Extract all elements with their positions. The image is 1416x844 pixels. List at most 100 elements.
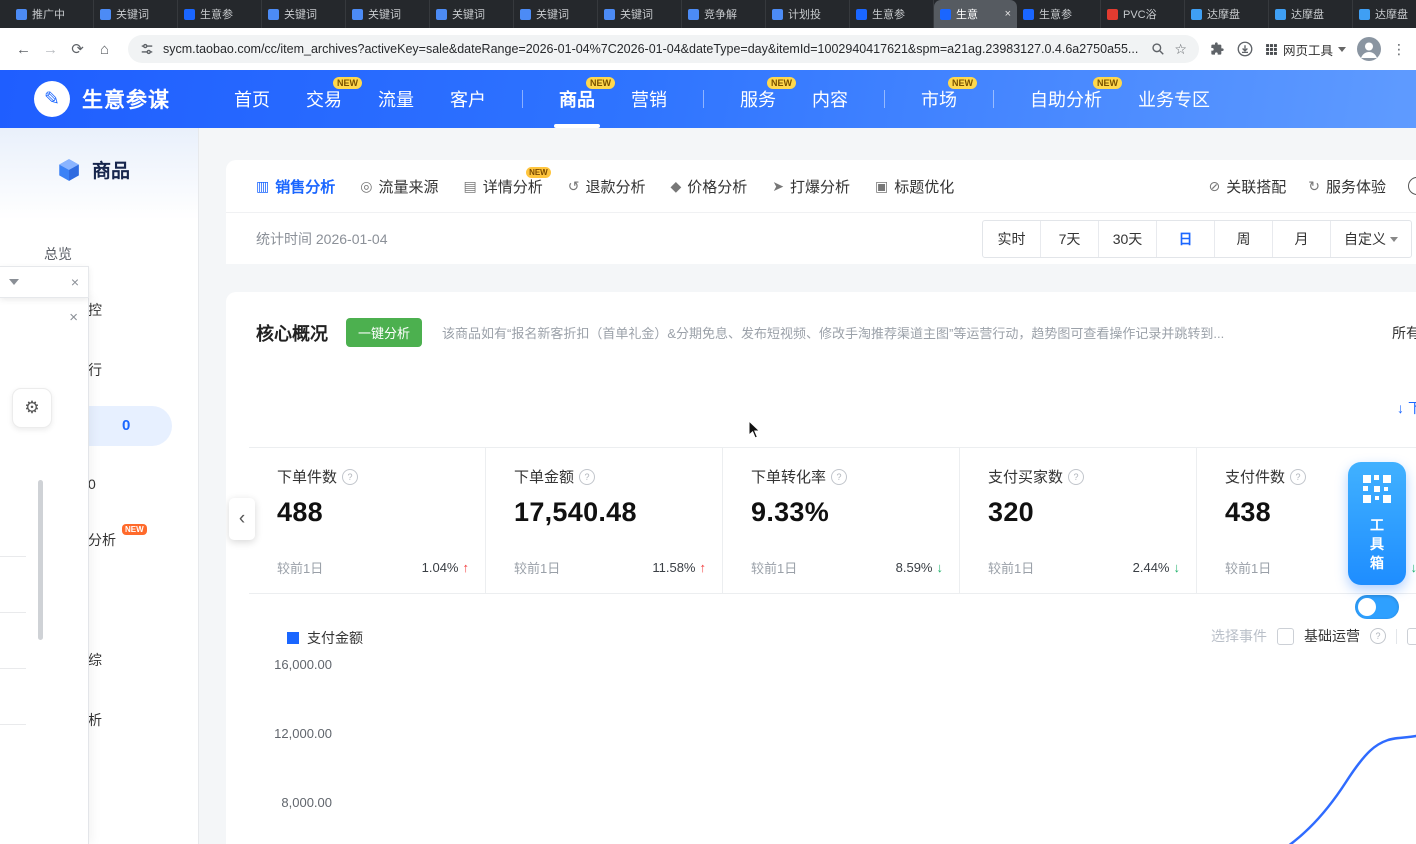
sidebar-item-fragment[interactable]: 析: [88, 710, 102, 730]
link-service-experience[interactable]: ↻服务体验: [1308, 176, 1386, 197]
reload-button[interactable]: ⟳: [64, 36, 91, 63]
nav-divider: [703, 90, 704, 108]
help-icon[interactable]: [1370, 628, 1386, 644]
browser-tab-active[interactable]: 生意: [934, 0, 1017, 28]
back-button[interactable]: ←: [10, 36, 37, 63]
browser-tab[interactable]: 计划投: [766, 0, 850, 28]
nav-item-service[interactable]: 服务NEW: [740, 70, 776, 128]
browser-tab[interactable]: 生意参: [1017, 0, 1101, 28]
metric-order-conversion[interactable]: 下单转化率 9.33% 较前1日8.59%: [723, 448, 960, 593]
zoom-icon[interactable]: [1151, 42, 1165, 56]
help-icon[interactable]: [831, 469, 847, 485]
sidebar-item-overview[interactable]: 总览: [44, 244, 72, 264]
range-7d[interactable]: 7天: [1040, 221, 1098, 257]
sidebar-item-fragment[interactable]: 0: [88, 476, 96, 492]
tab-traffic-source[interactable]: ◎流量来源: [360, 176, 438, 197]
sidebar-item-fragment[interactable]: 综: [88, 650, 102, 670]
tab-favicon: [1107, 9, 1118, 20]
base-ops-checkbox[interactable]: [1277, 628, 1294, 645]
tab-title-optimize[interactable]: ▣标题优化: [875, 176, 954, 197]
extensions-puzzle-icon[interactable]: [1209, 41, 1225, 57]
metric-paid-buyers[interactable]: 支付买家数 320 较前1日2.44%: [960, 448, 1197, 593]
nav-item-market[interactable]: 市场NEW: [921, 70, 957, 128]
panel-scrollbar[interactable]: [38, 480, 43, 640]
clipped-checkbox[interactable]: [1407, 628, 1416, 645]
metric-order-items[interactable]: 下单件数 488 较前1日1.04%: [249, 448, 486, 593]
url-field[interactable]: sycm.taobao.com/cc/item_archives?activeK…: [128, 35, 1199, 63]
range-day-active[interactable]: 日: [1156, 221, 1214, 257]
up-arrow-icon: [700, 560, 707, 575]
tab-close-icon[interactable]: [1005, 8, 1011, 20]
nav-item-customer[interactable]: 客户: [450, 70, 486, 128]
brand-title: 生意参谋: [82, 84, 170, 114]
download-circle-icon[interactable]: [1236, 40, 1254, 58]
nav-item-product-active[interactable]: 商品NEW: [559, 70, 595, 128]
tab-price-analysis[interactable]: ◆价格分析: [670, 176, 747, 197]
help-icon[interactable]: [1290, 469, 1306, 485]
help-icon[interactable]: [1068, 469, 1084, 485]
link-related-match[interactable]: ⊘关联搭配: [1209, 176, 1287, 197]
profile-avatar[interactable]: [1357, 37, 1381, 61]
nav-item-marketing[interactable]: 营销: [631, 70, 667, 128]
browser-tab[interactable]: 关键词: [94, 0, 178, 28]
site-settings-icon[interactable]: [140, 42, 154, 56]
one-click-analyze-button[interactable]: 一键分析: [346, 318, 422, 347]
range-30d[interactable]: 30天: [1098, 221, 1156, 257]
toolbox-panel[interactable]: 工具箱: [1348, 462, 1406, 585]
range-week[interactable]: 周: [1214, 221, 1272, 257]
metric-value: 488: [277, 497, 485, 528]
browser-tab[interactable]: 推广中: [10, 0, 94, 28]
help-icon[interactable]: [342, 469, 358, 485]
collapse-chevron-icon[interactable]: [9, 279, 19, 285]
forward-button[interactable]: →: [37, 36, 64, 63]
browser-tab[interactable]: PVC浴: [1101, 0, 1185, 28]
popup-close-icon[interactable]: [71, 275, 79, 289]
browser-tab[interactable]: 关键词: [598, 0, 682, 28]
sidebar-item-fragment[interactable]: 行: [88, 360, 102, 380]
browser-menu-icon[interactable]: [1392, 41, 1406, 58]
boom-icon: ➤: [772, 178, 784, 195]
sidebar-item-analysis[interactable]: 分析: [88, 530, 116, 550]
nav-item-home[interactable]: 首页: [234, 70, 270, 128]
web-tools-extension[interactable]: 网页工具: [1265, 40, 1346, 59]
home-button[interactable]: ⌂: [91, 36, 118, 63]
sidebar-item-fragment[interactable]: 控: [88, 300, 102, 320]
nav-item-self-analysis[interactable]: 自助分析NEW: [1030, 70, 1102, 128]
url-text[interactable]: sycm.taobao.com/cc/item_archives?activeK…: [163, 42, 1142, 56]
address-bar-right: 网页工具: [1209, 37, 1406, 61]
tab-refund-analysis[interactable]: ↺退款分析: [568, 176, 646, 197]
browser-tab[interactable]: 关键词: [262, 0, 346, 28]
tab-sales-analysis[interactable]: ▥销售分析: [256, 176, 335, 197]
tab-detail-analysis[interactable]: ▤详情分析NEW: [463, 176, 542, 197]
browser-tab[interactable]: 达摩盘: [1269, 0, 1353, 28]
browser-tab[interactable]: 生意参: [178, 0, 262, 28]
metric-order-amount[interactable]: 下单金额 17,540.48 较前1日11.58%: [486, 448, 723, 593]
stat-time-label: 统计时间 2026-01-04: [256, 229, 388, 249]
download-link[interactable]: 下载: [1397, 398, 1416, 418]
browser-tab[interactable]: 竞争解: [682, 0, 766, 28]
sycm-logo[interactable]: [34, 81, 70, 117]
panel-close-icon[interactable]: [69, 310, 78, 325]
help-icon[interactable]: [579, 469, 595, 485]
nav-item-trade[interactable]: 交易NEW: [306, 70, 342, 128]
select-event-label[interactable]: 选择事件: [1211, 626, 1267, 646]
nav-item-traffic[interactable]: 流量: [378, 70, 414, 128]
nav-item-business-zone[interactable]: 业务专区: [1138, 70, 1210, 128]
metrics-scroll-left-button[interactable]: [229, 498, 255, 540]
tab-boom-analysis[interactable]: ➤打爆分析: [772, 176, 850, 197]
browser-tab[interactable]: 达摩盘: [1353, 0, 1416, 28]
toolbox-toggle[interactable]: [1355, 595, 1399, 619]
bookmark-star-icon[interactable]: [1174, 41, 1187, 58]
range-realtime[interactable]: 实时: [983, 221, 1040, 257]
range-custom[interactable]: 自定义: [1330, 221, 1411, 257]
gear-icon[interactable]: [12, 388, 52, 428]
range-month[interactable]: 月: [1272, 221, 1330, 257]
clipped-right-text[interactable]: 所有: [1392, 323, 1416, 343]
browser-tab[interactable]: 关键词: [514, 0, 598, 28]
nav-item-content[interactable]: 内容: [812, 70, 848, 128]
browser-tab[interactable]: 关键词: [346, 0, 430, 28]
browser-tab[interactable]: 达摩盘: [1185, 0, 1269, 28]
browser-tab[interactable]: 关键词: [430, 0, 514, 28]
core-description: 该商品如有“报名新客折扣（首单礼金）&分期免息、发布短视频、修改手淘推荐渠道主图…: [442, 323, 1382, 342]
browser-tab[interactable]: 生意参: [850, 0, 934, 28]
